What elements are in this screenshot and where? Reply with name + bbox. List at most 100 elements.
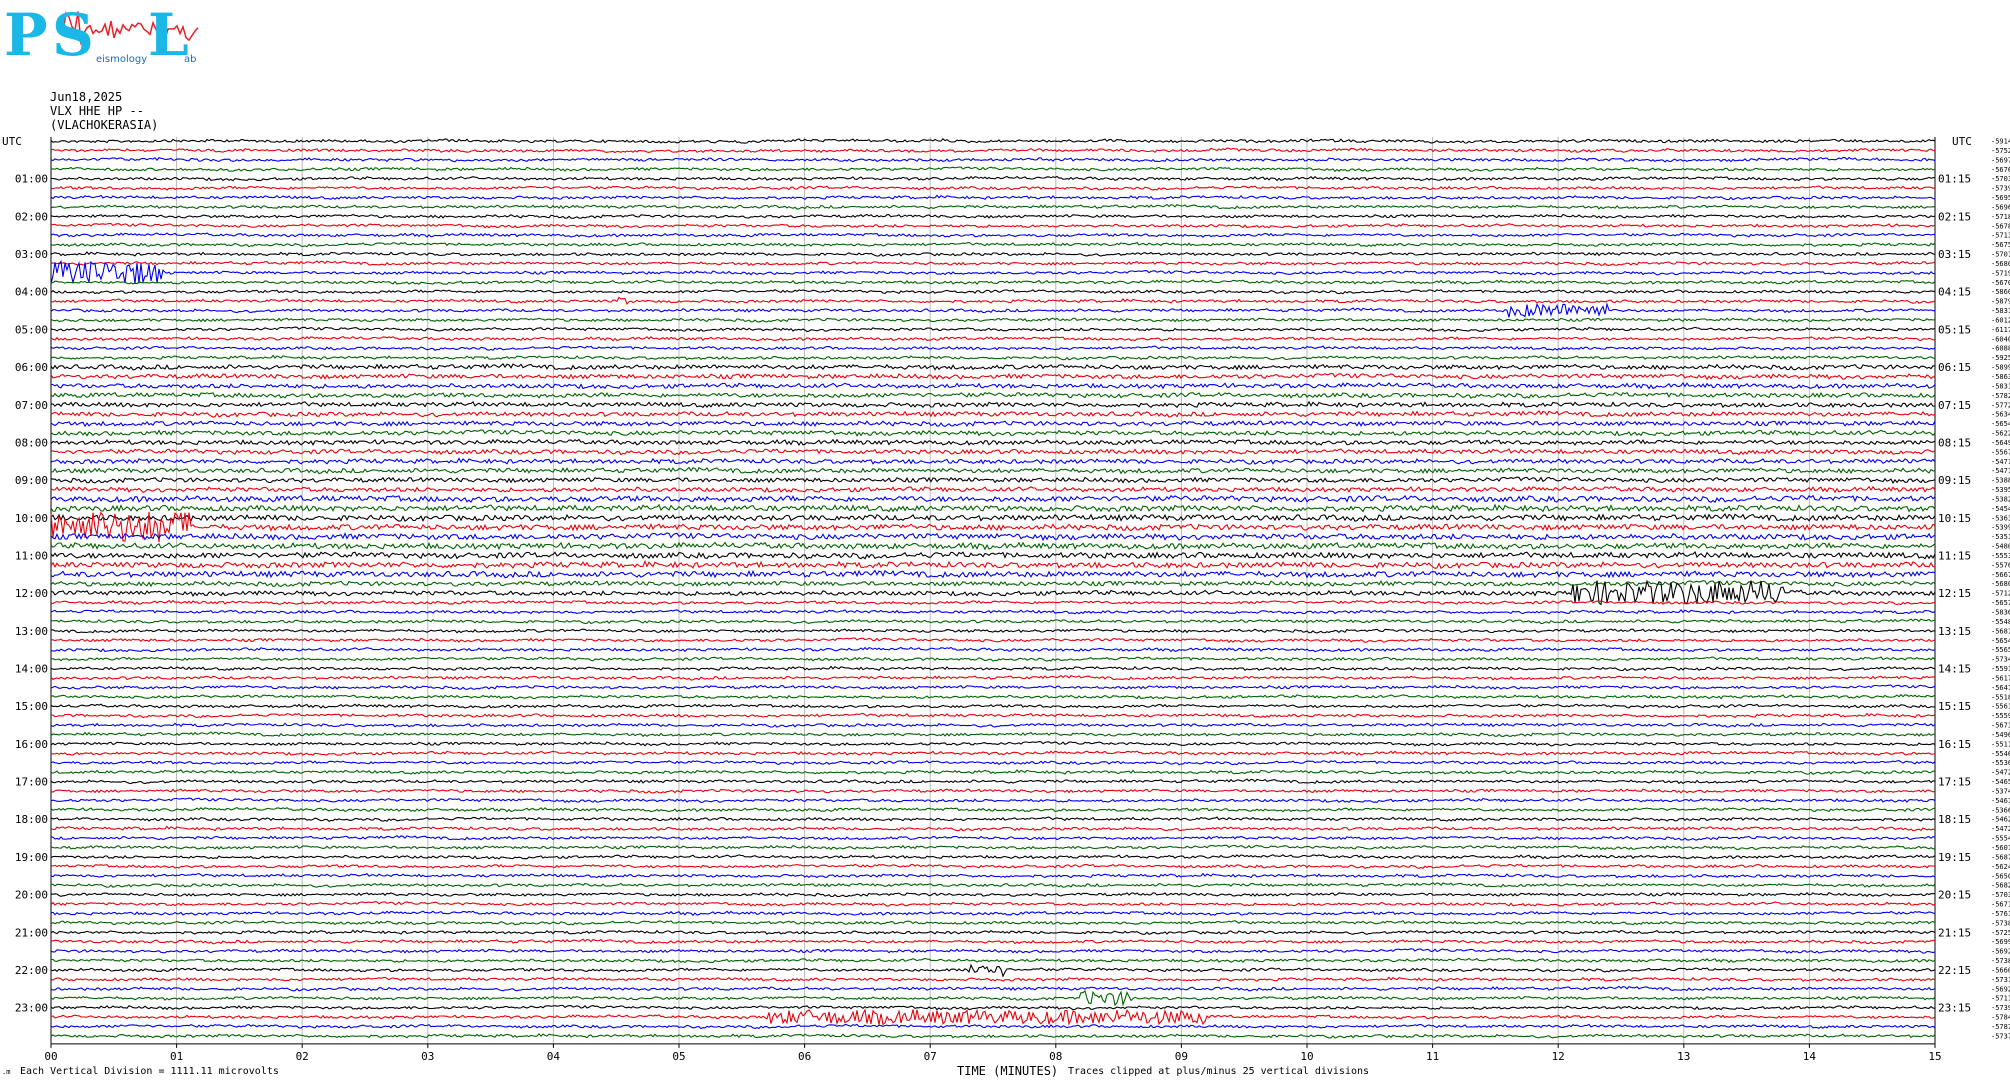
trace-offset-label: -5860 xyxy=(1991,288,2010,296)
trace-offset-label: -5536 xyxy=(1991,759,2010,767)
trace-offset-label: -5738 xyxy=(1991,919,2010,927)
trace-offset-label: -5761 xyxy=(1991,910,2010,918)
trace-offset-label: -5703 xyxy=(1991,175,2010,183)
left-hour-label: 05:00 xyxy=(15,323,48,336)
x-tick-label: 08 xyxy=(1049,1050,1062,1063)
trace-offset-label: -5657 xyxy=(1991,599,2010,607)
trace-offset-label: -5649 xyxy=(1991,439,2010,447)
x-tick-label: 12 xyxy=(1552,1050,1565,1063)
trace-offset-label: -5787 xyxy=(1991,1023,2010,1031)
seismic-trace xyxy=(50,835,1936,841)
trace-offset-label: -5687 xyxy=(1991,853,2010,861)
trace-offset-label: -5382 xyxy=(1991,495,2010,503)
seismic-trace xyxy=(50,232,1936,238)
seismic-trace xyxy=(50,760,1936,766)
trace-offset-label: -5518 xyxy=(1991,693,2010,701)
trace-offset-label: -5546 xyxy=(1991,750,2010,758)
left-hour-label: 08:00 xyxy=(15,436,48,449)
trace-offset-label: -5719 xyxy=(1991,269,2010,277)
trace-offset-label: -5567 xyxy=(1991,448,2010,456)
right-hour-label: 01:15 xyxy=(1938,173,1971,186)
trace-offset-label: -5696 xyxy=(1991,203,2010,211)
trace-offset-label: -5701 xyxy=(1991,251,2010,259)
trace-offset-label: -5782 xyxy=(1991,392,2010,400)
trace-offset-label: -5660 xyxy=(1991,966,2010,974)
trace-offset-label: -5914 xyxy=(1991,138,2010,146)
seismic-trace xyxy=(50,778,1936,785)
seismic-trace xyxy=(50,391,1936,399)
trace-offset-label: -5671 xyxy=(1991,901,2010,909)
trace-offset-label: -5738 xyxy=(1991,957,2010,965)
seismic-trace xyxy=(50,457,1936,465)
trace-offset-label: -5654 xyxy=(1991,420,2010,428)
trace-offset-label: -5622 xyxy=(1991,430,2010,438)
seismic-trace xyxy=(50,646,1936,653)
trace-offset-label: -5678 xyxy=(1991,222,2010,230)
seismic-trace xyxy=(50,354,1936,361)
left-hour-label: 13:00 xyxy=(15,625,48,638)
right-hour-label: 19:15 xyxy=(1938,851,1971,864)
seismic-trace xyxy=(50,138,1936,144)
seismic-trace xyxy=(50,656,1936,662)
x-tick-label: 09 xyxy=(1175,1050,1188,1063)
x-tick-label: 15 xyxy=(1928,1050,1941,1063)
seismic-trace xyxy=(50,806,1936,813)
seismic-trace xyxy=(50,684,1936,690)
seismic-trace xyxy=(50,674,1936,681)
seismic-trace xyxy=(50,703,1936,709)
trace-offset-label: -5624 xyxy=(1991,863,2010,871)
trace-offset-label: -5772 xyxy=(1991,401,2010,409)
left-hour-label: 06:00 xyxy=(15,361,48,374)
seismic-trace xyxy=(50,503,1936,513)
trace-offset-label: -5784 xyxy=(1991,1014,2010,1022)
trace-offset-label: -5836 xyxy=(1991,609,2010,617)
left-hour-label: 12:00 xyxy=(15,587,48,600)
seismic-trace xyxy=(50,825,1936,832)
seismic-trace xyxy=(50,929,1936,935)
x-tick-label: 05 xyxy=(672,1050,685,1063)
seismic-trace xyxy=(50,241,1936,248)
seismic-trace xyxy=(50,769,1936,775)
seismic-trace xyxy=(50,222,1936,229)
trace-offset-label: -5731 xyxy=(1991,976,2010,984)
trace-offset-label: -5561 xyxy=(1991,703,2010,711)
seismic-trace xyxy=(50,372,1936,381)
x-tick-label: 01 xyxy=(170,1050,183,1063)
seismic-trace xyxy=(50,156,1936,163)
seismic-trace xyxy=(50,712,1936,719)
seismic-trace xyxy=(50,919,1936,926)
trace-offset-label: -5363 xyxy=(1991,514,2010,522)
right-hour-label: 05:15 xyxy=(1938,323,1971,336)
right-hour-label: 02:15 xyxy=(1938,210,1971,223)
seismic-trace xyxy=(50,203,1936,210)
seismic-trace xyxy=(51,618,1936,625)
seismic-trace xyxy=(50,213,1936,219)
trace-offset-label: -5641 xyxy=(1991,684,2010,692)
seismic-trace xyxy=(50,296,1936,306)
trace-offset-label: -5472 xyxy=(1991,769,2010,777)
seismic-trace xyxy=(50,976,1936,982)
trace-offset-label: -5565 xyxy=(1991,646,2010,654)
trace-offset-label: -5673 xyxy=(1991,722,2010,730)
left-hour-label: 18:00 xyxy=(15,813,48,826)
right-hour-label: 14:15 xyxy=(1938,663,1971,676)
trace-offset-label: -5553 xyxy=(1991,552,2010,560)
trace-offset-label: -5576 xyxy=(1991,561,2010,569)
trace-offset-label: -5511 xyxy=(1991,740,2010,748)
seismic-trace xyxy=(50,301,1935,318)
right-hour-label: 18:15 xyxy=(1938,813,1971,826)
right-hour-label: 21:15 xyxy=(1938,926,1971,939)
trace-offset-label: -5650 xyxy=(1991,872,2010,880)
x-tick-label: 03 xyxy=(421,1050,434,1063)
seismic-trace xyxy=(50,260,1936,267)
trace-offset-label: -5374 xyxy=(1991,787,2010,795)
seismic-trace xyxy=(50,957,1936,964)
left-hour-label: 19:00 xyxy=(15,851,48,864)
trace-offset-label: -5925 xyxy=(1991,354,2010,362)
seismic-trace xyxy=(50,363,1936,371)
clip-note: Traces clipped at plus/minus 25 vertical… xyxy=(1068,1066,1370,1077)
trace-offset-label: -5692 xyxy=(1991,985,2010,993)
right-hour-label: 10:15 xyxy=(1938,512,1971,525)
trace-offset-label: -5480 xyxy=(1991,543,2010,551)
seismic-trace xyxy=(50,485,1936,494)
